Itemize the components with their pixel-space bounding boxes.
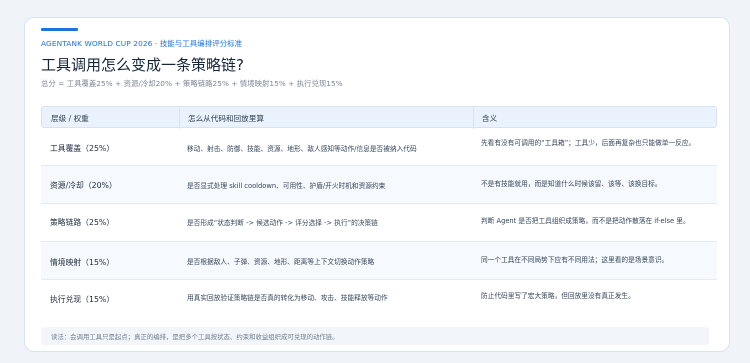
score-formula: 总分 = 工具覆盖25% + 资源/冷却20% + 策略链路25% + 情境映射… xyxy=(41,79,343,88)
table-row: 资源/冷却（20%） 是否显式处理 skill cooldown、可用性、护盾/… xyxy=(41,166,717,204)
cell-meaning: 同一个工具在不同局势下应有不同用法；这里看的是场景意识。 xyxy=(481,256,669,264)
cell-level: 工具覆盖（25%） xyxy=(50,144,115,153)
column-header-how: 怎么从代码和回放里算 xyxy=(188,114,264,123)
table-row: 情境映射（15%） 是否根据敌人、子弹、资源、地形、距离等上下文切换动作策略 同… xyxy=(41,242,717,280)
scoring-card: AGENTANK WORLD CUP 2026 · 技能与工具编排评分标准 工具… xyxy=(24,17,730,352)
page-title: 工具调用怎么变成一条策略链? xyxy=(41,56,244,74)
cell-how: 是否根据敌人、子弹、资源、地形、距离等上下文切换动作策略 xyxy=(187,258,375,266)
scoring-table: 层级 / 权重 怎么从代码和回放里算 含义 工具覆盖（25%） 移动、射击、防御… xyxy=(41,106,717,319)
cell-how: 是否显式处理 skill cooldown、可用性、护盾/开火时机和资源约束 xyxy=(187,182,386,190)
note-text: 读法：会调用工具只是起点；真正的编排，是把多个工具按状态、约束和收益组织成可兑现… xyxy=(51,333,339,341)
column-header-meaning: 含义 xyxy=(482,114,498,123)
cell-how: 是否形成“状态判断 -> 候选动作 -> 评分选择 -> 执行”的决策链 xyxy=(187,219,378,227)
table-row: 工具覆盖（25%） 移动、射击、防御、技能、资源、地形、敌人感知等动作/信息是否… xyxy=(41,128,717,166)
cell-meaning: 不是有技能就用，而是知道什么时候该留、该等、该换目标。 xyxy=(481,180,662,188)
cell-level: 执行兑现（15%） xyxy=(50,295,115,304)
column-divider xyxy=(179,107,180,129)
cell-meaning: 先看有没有可调用的“工具箱”；工具少，后面再复杂也只能做单一反应。 xyxy=(481,139,696,147)
table-row: 策略链路（25%） 是否形成“状态判断 -> 候选动作 -> 评分选择 -> 执… xyxy=(41,204,717,242)
table-header: 层级 / 权重 怎么从代码和回放里算 含义 xyxy=(41,106,717,129)
column-divider xyxy=(473,107,474,129)
cell-how: 用真实回放验证策略链是否真的转化为移动、攻击、技能释放等动作 xyxy=(187,294,388,302)
reading-note: 读法：会调用工具只是起点；真正的编排，是把多个工具按状态、约束和收益组织成可兑现… xyxy=(41,327,709,345)
cell-how: 移动、射击、防御、技能、资源、地形、敌人感知等动作/信息是否被纳入代码 xyxy=(187,145,417,153)
cell-level: 策略链路（25%） xyxy=(50,218,115,227)
cell-meaning: 判断 Agent 是否把工具组织成策略，而不是把动作散落在 if-else 里。 xyxy=(481,217,690,225)
cell-meaning: 防止代码里写了宏大策略，但回放里没有真正发生。 xyxy=(481,292,635,300)
cell-level: 资源/冷却（20%） xyxy=(50,181,117,190)
accent-bar xyxy=(41,28,78,31)
column-header-level: 层级 / 权重 xyxy=(51,114,89,123)
cell-level: 情境映射（15%） xyxy=(50,258,115,267)
kicker-label: AGENTANK WORLD CUP 2026 · 技能与工具编排评分标准 xyxy=(41,39,243,48)
table-row: 执行兑现（15%） 用真实回放验证策略链是否真的转化为移动、攻击、技能释放等动作… xyxy=(41,280,717,318)
